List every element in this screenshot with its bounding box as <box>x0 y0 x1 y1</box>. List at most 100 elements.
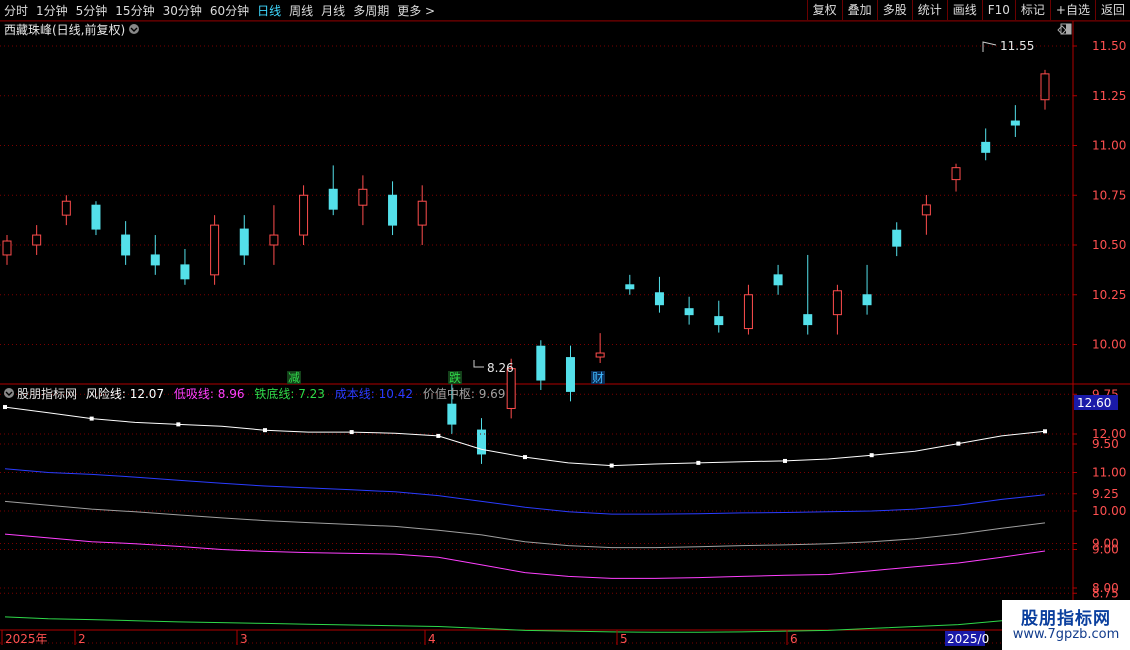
main-y-tick-label: 10.50 <box>1092 238 1126 252</box>
event-marker-drop[interactable]: 跌 <box>448 370 462 385</box>
risk-line-dot <box>869 453 874 458</box>
risk-line-dot <box>176 422 181 427</box>
indicator-y-tick-label: 12.00 <box>1092 427 1126 441</box>
main-y-tick-label: 9.25 <box>1092 487 1119 501</box>
candle[interactable] <box>773 264 783 295</box>
candle[interactable] <box>150 235 160 275</box>
candle[interactable] <box>565 345 575 402</box>
risk-line-dot <box>696 460 701 465</box>
watermark-line1: 股朋指标网 <box>1021 609 1111 629</box>
candle[interactable] <box>892 222 902 257</box>
candle[interactable] <box>210 215 220 285</box>
indicator-lines <box>3 405 1047 633</box>
candle[interactable] <box>32 225 42 255</box>
risk-line-dot <box>89 416 94 421</box>
candle[interactable] <box>328 165 338 216</box>
candle[interactable] <box>1010 105 1020 137</box>
candle[interactable] <box>388 181 398 236</box>
x-axis-label: 4 <box>428 632 436 646</box>
x-axis-label: 3 <box>240 632 248 646</box>
event-marker-reduce[interactable]: 减 <box>287 371 301 385</box>
chart-title: 西藏珠峰(日线,前复权) <box>4 22 125 37</box>
x-axis-label: 2025年 <box>5 632 48 646</box>
indicator-y-tick-label: 9.00 <box>1092 543 1119 557</box>
candle[interactable] <box>61 195 71 226</box>
indicator-y-axis: 12.00 11.00 10.00 9.00 8.00 <box>1073 427 1126 595</box>
risk-line-dot <box>349 430 354 435</box>
candle[interactable] <box>714 300 724 333</box>
legend-bottom-label: 铁底线 <box>254 386 290 401</box>
main-y-tick-label: 11.25 <box>1092 89 1126 103</box>
candle[interactable] <box>417 185 427 245</box>
legend-risk-label: 风险线 <box>86 386 122 401</box>
risk-line-dot <box>609 463 614 468</box>
candle[interactable] <box>832 284 842 335</box>
candle[interactable] <box>743 284 753 335</box>
indicator-settings-icon[interactable] <box>4 388 14 398</box>
main-y-tick-label: 11.00 <box>1092 139 1126 153</box>
indicator-grid <box>0 433 1073 589</box>
legend-risk-value: 12.07 <box>130 387 164 401</box>
candle[interactable] <box>595 333 605 363</box>
event-marker-finance[interactable]: 财 <box>591 371 605 385</box>
risk-line-dot <box>1043 429 1047 434</box>
main-grid <box>0 45 1073 644</box>
legend-dip-value: 8.96 <box>218 387 245 401</box>
current-value-tag-text: 12.60 <box>1077 396 1111 410</box>
indicator-y-tick-label: 10.00 <box>1092 504 1126 518</box>
indicator-line <box>4 500 1046 549</box>
legend-value-center-label: 价值中枢 <box>423 386 471 401</box>
main-y-tick-label: 10.75 <box>1092 188 1126 202</box>
stock-chart[interactable]: 11.5011.2511.0010.7510.5010.2510.009.759… <box>0 0 1130 650</box>
candle[interactable] <box>951 163 961 192</box>
x-axis-label: 5 <box>620 632 628 646</box>
candle[interactable] <box>921 194 931 235</box>
candle[interactable] <box>477 418 487 464</box>
main-y-tick-label: 10.00 <box>1092 338 1126 352</box>
candle[interactable] <box>536 340 546 390</box>
candle[interactable] <box>269 205 279 265</box>
candle[interactable] <box>91 201 101 236</box>
indicator-y-tick-label: 11.00 <box>1092 466 1126 480</box>
indicator-line <box>4 468 1046 515</box>
legend-cost-value: 10.42 <box>379 387 413 401</box>
candle[interactable] <box>358 175 368 226</box>
indicator-legend: 股朋指标网 风险线: 12.07 低吸线: 8.96 铁底线: 7.23 成本线… <box>17 386 505 401</box>
candle[interactable] <box>862 264 872 315</box>
risk-line-dot <box>436 433 441 438</box>
indicator-y-tick-label: 8.00 <box>1092 581 1119 595</box>
main-y-tick-label: 11.50 <box>1092 39 1126 53</box>
legend-value-center-value: 9.69 <box>479 387 506 401</box>
panel-toggle-icon[interactable] <box>1060 23 1072 35</box>
candle[interactable] <box>2 235 12 265</box>
diamond-icon[interactable] <box>1057 25 1067 35</box>
candle[interactable] <box>981 128 991 161</box>
indicator-name: 股朋指标网 <box>17 386 77 401</box>
candlesticks[interactable] <box>2 69 1050 464</box>
candle[interactable] <box>684 296 694 325</box>
candle[interactable] <box>239 215 249 265</box>
risk-line-dot <box>263 428 267 433</box>
x-axis: 2025年 2 3 4 5 6 2025/0 <box>1 630 989 646</box>
chart-title-chevron-icon[interactable] <box>129 24 139 34</box>
watermark-logo: 股朋指标网 www.7gpzb.com <box>1002 600 1130 650</box>
main-y-tick-label: 10.25 <box>1092 288 1126 302</box>
risk-line-dot <box>3 405 7 410</box>
x-axis-label: 2 <box>78 632 86 646</box>
candle[interactable] <box>121 221 131 265</box>
watermark-line2: www.7gpzb.com <box>1012 627 1120 642</box>
legend-dip-label: 低吸线 <box>174 387 210 401</box>
event-marker-finance-label: 财 <box>592 371 604 385</box>
legend-cost-label: 成本线 <box>335 387 371 401</box>
low-price-label: 8.26 <box>487 361 514 375</box>
x-axis-label: 6 <box>790 632 798 646</box>
risk-line-dot <box>523 455 527 460</box>
high-price-label: 11.55 <box>1000 39 1034 53</box>
candle[interactable] <box>625 274 635 295</box>
event-marker-drop-label: 跌 <box>449 370 461 385</box>
main-y-axis: 11.5011.2511.0010.7510.5010.2510.009.759… <box>1073 39 1126 650</box>
candle[interactable] <box>1040 69 1050 110</box>
candle[interactable] <box>654 276 664 313</box>
candle[interactable] <box>299 185 309 245</box>
candle[interactable] <box>180 248 190 285</box>
